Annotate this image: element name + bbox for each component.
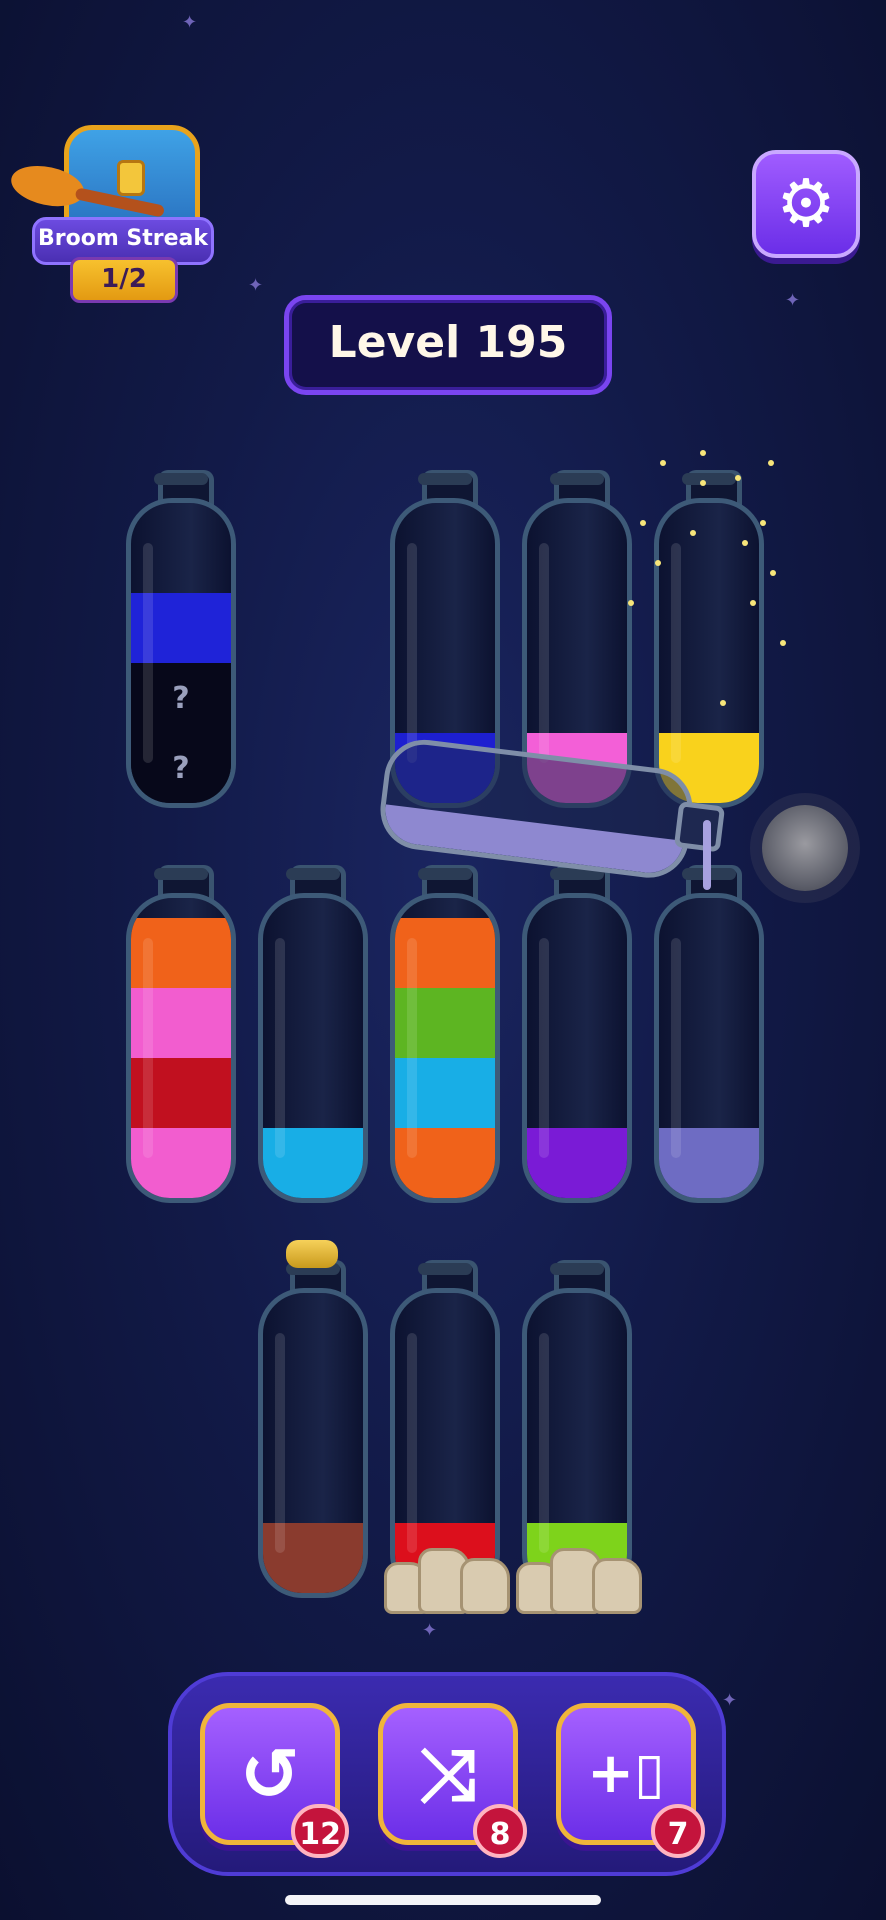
sparkle-icon (655, 560, 661, 566)
broom-streak-widget[interactable]: Broom Streak 1/2 (7, 115, 214, 305)
home-indicator[interactable] (285, 1895, 601, 1905)
undo-button[interactable]: ↺ 12 (200, 1703, 349, 1858)
shuffle-button[interactable]: ⤨ 8 (378, 1703, 527, 1858)
bottle-10[interactable] (258, 1240, 368, 1600)
sparkle-icon (750, 600, 756, 606)
level-indicator: Level 195 (284, 295, 612, 395)
rock-icon (384, 1548, 510, 1614)
sparkle-icon (660, 460, 666, 466)
touch-indicator (762, 805, 848, 891)
star-icon: ✦ (248, 275, 264, 296)
star-icon: ✦ (422, 1620, 438, 1641)
add-bottle-count-badge: 7 (651, 1804, 705, 1858)
shuffle-count-badge: 8 (473, 1804, 527, 1858)
sparkle-icon (742, 540, 748, 546)
sparkle-icon (628, 600, 634, 606)
bottle-5[interactable] (126, 865, 236, 1205)
bottle-9[interactable] (654, 865, 764, 1205)
bottle-7[interactable] (390, 865, 500, 1205)
broom-streak-progress: 1/2 (70, 257, 178, 303)
sparkle-icon (640, 520, 646, 526)
undo-icon: ↺ (239, 1732, 301, 1816)
rock-icon (516, 1548, 642, 1614)
bottle-11[interactable] (384, 1260, 510, 1614)
sparkle-icon (780, 640, 786, 646)
star-icon: ✦ (722, 1690, 738, 1711)
sparkle-icon (690, 530, 696, 536)
bottle-8[interactable] (522, 865, 632, 1205)
pour-stream (703, 820, 711, 890)
star-icon: ✦ (182, 12, 198, 33)
sparkle-icon (735, 475, 741, 481)
cork-icon (286, 1240, 338, 1268)
bottle-1[interactable]: ?? (126, 470, 236, 810)
add-bottle-button[interactable]: +▯ 7 (556, 1703, 705, 1858)
settings-button[interactable]: ⚙ (752, 150, 860, 258)
bottle-12[interactable] (516, 1260, 642, 1614)
sparkle-icon (760, 520, 766, 526)
bottle-6[interactable] (258, 865, 368, 1205)
sparkle-icon (700, 450, 706, 456)
undo-count-badge: 12 (291, 1804, 349, 1858)
sparkle-icon (768, 460, 774, 466)
star-icon: ✦ (785, 290, 801, 311)
sparkle-icon (720, 700, 726, 706)
sparkle-icon (700, 480, 706, 486)
sparkle-icon (770, 570, 776, 576)
shuffle-icon: ⤨ (419, 1732, 477, 1816)
gear-icon: ⚙ (776, 165, 836, 242)
add-bottle-icon: +▯ (587, 1741, 665, 1806)
